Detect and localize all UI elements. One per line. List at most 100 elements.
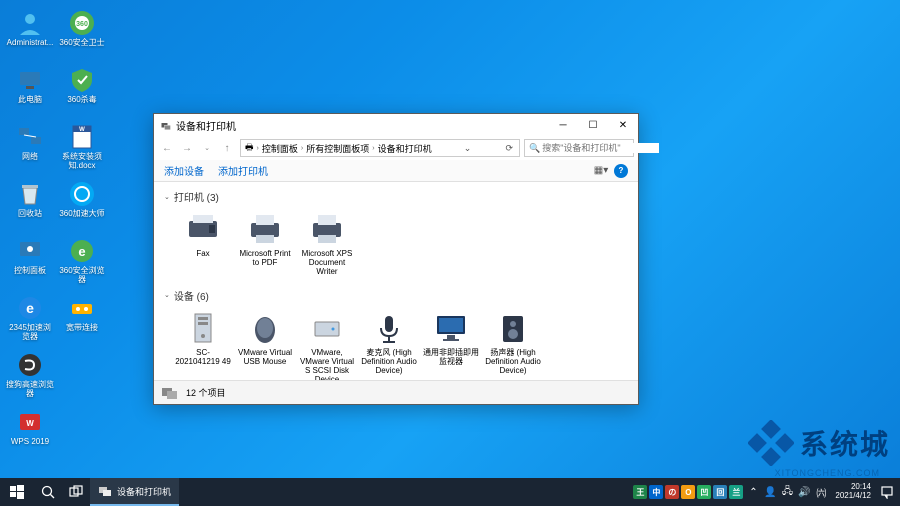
device-item[interactable]: Fax: [172, 209, 234, 279]
desktop-icon-cp[interactable]: 控制面板: [5, 233, 55, 288]
dropdown-chevron-icon[interactable]: ⌄: [462, 143, 474, 154]
add-device-button[interactable]: 添加设备: [164, 163, 204, 178]
device-item[interactable]: 通用非即插即用监视器: [420, 308, 482, 380]
dialup-icon: [68, 294, 96, 322]
desktop-icon-wps[interactable]: WWPS 2019: [5, 404, 55, 459]
desktop-icon-dialup[interactable]: 宽带连接: [57, 290, 107, 345]
desktop-icon-label: 此电脑: [18, 96, 42, 105]
360speed-icon: [68, 180, 96, 208]
printers-row: Fax Microsoft Print to PDFMicrosoft XPS D…: [164, 207, 628, 285]
maximize-button[interactable]: ☐: [578, 114, 608, 136]
svg-text:W: W: [26, 419, 34, 428]
desktop-icon-browser2345[interactable]: e2345加速浏览器: [5, 290, 55, 345]
device-item[interactable]: VMware, VMware Virtual S SCSI Disk Devic…: [296, 308, 358, 380]
tower-icon: [183, 310, 223, 346]
tray-badge[interactable]: O: [681, 485, 695, 499]
content-area[interactable]: ⌄ 打印机 (3) Fax Microsoft Print to PDFMicro…: [154, 182, 638, 380]
device-label: SC-2021041219 49: [174, 348, 232, 366]
tray-badge[interactable]: 回: [713, 485, 727, 499]
device-label: VMware, VMware Virtual S SCSI Disk Devic…: [298, 348, 356, 380]
view-options-button[interactable]: ▦▾: [594, 164, 608, 178]
window-controls: ─ ☐ ✕: [548, 114, 638, 136]
section-devices-header[interactable]: ⌄ 设备 (6): [164, 285, 628, 306]
up-button[interactable]: ↑: [218, 139, 236, 157]
device-label: Fax: [196, 249, 209, 258]
network-icon: [16, 123, 44, 151]
tray-badge[interactable]: 兰: [729, 485, 743, 499]
desktop-icon-360sd[interactable]: 360杀毒: [57, 62, 107, 117]
notifications-button[interactable]: [878, 483, 896, 501]
tray-badge[interactable]: 王: [633, 485, 647, 499]
desktop-icon-pc[interactable]: 此电脑: [5, 62, 55, 117]
device-item[interactable]: 麦克风 (High Definition Audio Device): [358, 308, 420, 380]
tray-network-icon[interactable]: 🖧: [780, 485, 794, 499]
system-tray: 王中のO凹回兰 ⌃ 👤 🖧 🔊 ㈥ 20:14 2021/4/12: [633, 483, 900, 501]
taskbar-active-window[interactable]: 设备和打印机: [90, 478, 179, 506]
breadcrumb-seg-1[interactable]: 所有控制面板项: [306, 142, 369, 155]
desktop: Administrat...此电脑网络回收站控制面板e2345加速浏览器搜狗高速…: [0, 0, 900, 506]
address-bar: ← → ⌄ ↑ 🖶 › 控制面板 › 所有控制面板项 › 设备和打印机 ⌄ ⟳ …: [154, 136, 638, 160]
add-printer-button[interactable]: 添加打印机: [218, 163, 268, 178]
device-item[interactable]: Microsoft XPS Document Writer: [296, 209, 358, 279]
search-icon: 🔍: [529, 143, 540, 154]
tray-up-icon[interactable]: ⌃: [746, 485, 760, 499]
refresh-button[interactable]: ⟳: [503, 143, 515, 154]
breadcrumb-seg-2[interactable]: 设备和打印机: [378, 142, 432, 155]
search-box[interactable]: 🔍: [524, 139, 634, 157]
section-printers-title: 打印机 (3): [174, 189, 219, 204]
browser2345-icon: e: [16, 294, 44, 322]
task-view-button[interactable]: [62, 478, 90, 506]
back-button[interactable]: ←: [158, 139, 176, 157]
360sd-icon: [68, 66, 96, 94]
section-printers-header[interactable]: ⌄ 打印机 (3): [164, 186, 628, 207]
device-item[interactable]: 扬声器 (High Definition Audio Device): [482, 308, 544, 380]
breadcrumb-seg-0[interactable]: 控制面板: [262, 142, 298, 155]
pc-icon: [16, 66, 44, 94]
svg-text:W: W: [79, 127, 85, 133]
desktop-icon-sogou[interactable]: 搜狗高速浏览器: [5, 347, 55, 402]
watermark: 系统城: [748, 420, 890, 466]
status-text: 12 个项目: [186, 386, 226, 399]
minimize-button[interactable]: ─: [548, 114, 578, 136]
chevron-right-icon: ›: [301, 145, 303, 152]
search-input[interactable]: [542, 143, 659, 153]
status-icon: [160, 385, 180, 401]
mouse-icon: [245, 310, 285, 346]
tray-badge[interactable]: の: [665, 485, 679, 499]
help-button[interactable]: ?: [614, 164, 628, 178]
close-button[interactable]: ✕: [608, 114, 638, 136]
tray-people-icon[interactable]: 👤: [763, 485, 777, 499]
desktop-icon-network[interactable]: 网络: [5, 119, 55, 174]
watermark-url: XITONGCHENG.COM: [775, 468, 880, 478]
breadcrumb-box[interactable]: 🖶 › 控制面板 › 所有控制面板项 › 设备和打印机 ⌄ ⟳: [240, 139, 520, 157]
desktop-icon-label: 网络: [22, 153, 38, 162]
taskbar-clock[interactable]: 20:14 2021/4/12: [831, 483, 875, 501]
desktop-icon-360browser[interactable]: e360安全浏览器: [57, 233, 107, 288]
recent-dropdown[interactable]: ⌄: [198, 139, 216, 157]
desktop-icon-doc[interactable]: W 系统安装须知.docx: [57, 119, 107, 174]
tray-badge[interactable]: 中: [649, 485, 663, 499]
titlebar[interactable]: 设备和打印机 ─ ☐ ✕: [154, 114, 638, 136]
desktop-icon-admin[interactable]: Administrat...: [5, 5, 55, 60]
desktop-icon-label: 系统安装须知.docx: [58, 153, 106, 171]
taskbar-search-button[interactable]: [34, 478, 62, 506]
desktop-icon-360safe[interactable]: 360360安全卫士: [57, 5, 107, 60]
chevron-down-icon: ⌄: [164, 193, 170, 201]
mic-icon: [369, 310, 409, 346]
device-item[interactable]: VMware Virtual USB Mouse: [234, 308, 296, 380]
tray-volume-icon[interactable]: 🔊: [797, 485, 811, 499]
desktop-icon-label: 360加速大师: [59, 210, 104, 219]
start-button[interactable]: [0, 478, 34, 506]
desktop-icon-label: Administrat...: [7, 39, 54, 48]
window-title: 设备和打印机: [176, 118, 548, 133]
tray-badge[interactable]: 凹: [697, 485, 711, 499]
device-label: VMware Virtual USB Mouse: [236, 348, 294, 366]
tray-ime-icon[interactable]: ㈥: [814, 485, 828, 499]
desktop-icon-recycle[interactable]: 回收站: [5, 176, 55, 231]
device-item[interactable]: SC-2021041219 49: [172, 308, 234, 380]
desktop-icon-360speed[interactable]: 360加速大师: [57, 176, 107, 231]
device-item[interactable]: Microsoft Print to PDF: [234, 209, 296, 279]
svg-text:e: e: [78, 244, 85, 259]
forward-button[interactable]: →: [178, 139, 196, 157]
device-label: 麦克风 (High Definition Audio Device): [360, 348, 418, 376]
